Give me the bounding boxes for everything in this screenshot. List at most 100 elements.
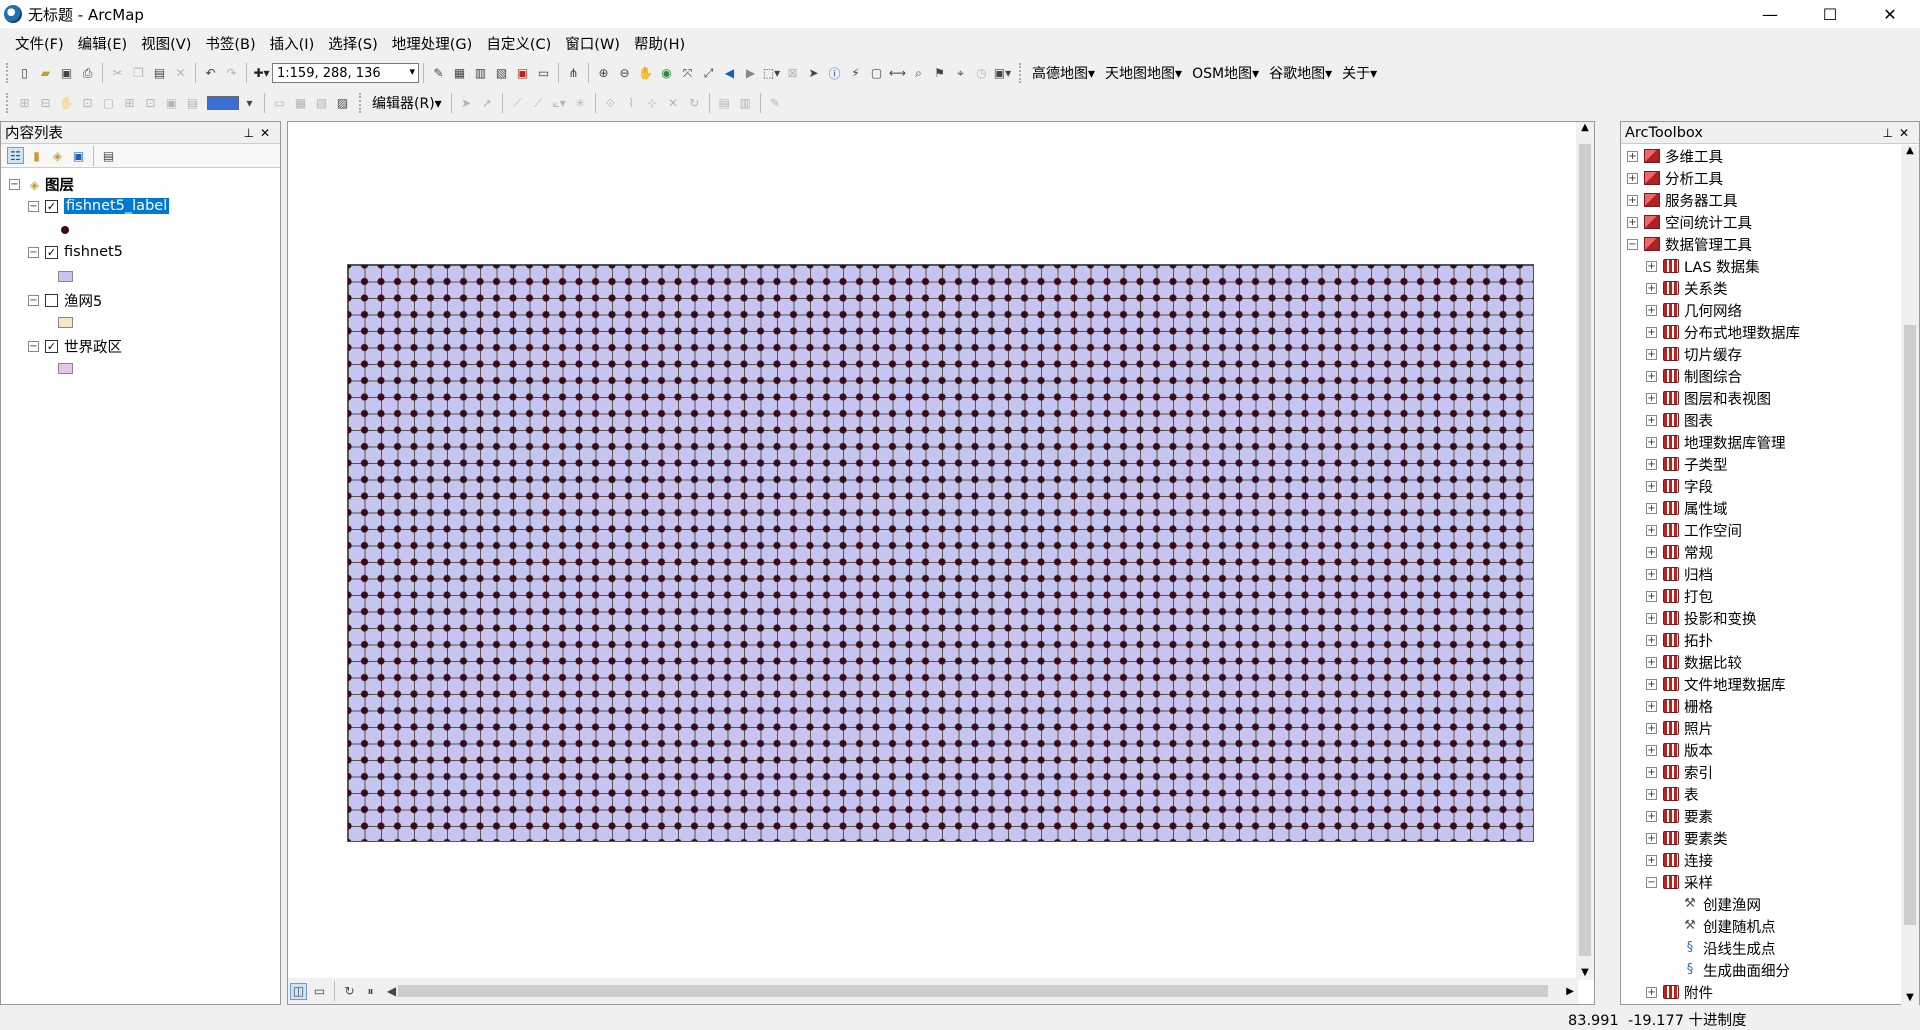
layout-view-icon[interactable]: ▭ (311, 983, 328, 1000)
toolset-item[interactable]: + 图层和表视图 (1646, 387, 1771, 409)
expand-icon[interactable]: + (1646, 414, 1657, 426)
full-extent-globe-icon[interactable]: ◉ (658, 65, 675, 82)
select-elements-arrow-icon[interactable]: ➤ (805, 65, 822, 82)
search-window-icon[interactable]: ▧ (493, 65, 510, 82)
rotate-icon[interactable]: ↻ (686, 95, 703, 112)
toolset-item[interactable]: + 地理数据库管理 (1646, 431, 1786, 453)
add-data-icon[interactable]: ✚▾ (253, 65, 270, 82)
toolbar-grip[interactable] (359, 93, 363, 113)
select-features-icon[interactable]: ⬚▾ (763, 65, 780, 82)
expand-icon[interactable]: + (1627, 216, 1638, 228)
toc-window-icon[interactable]: ▦ (451, 65, 468, 82)
toolset-item[interactable]: − 采样 (1646, 871, 1713, 893)
endpoint-arc-icon[interactable]: ⟋ (530, 95, 547, 112)
expand-icon[interactable]: + (1646, 700, 1657, 712)
layer-name[interactable]: fishnet5_label (64, 198, 170, 214)
toolbox-item[interactable]: + 空间统计工具 (1627, 211, 1752, 233)
menu-insert[interactable]: 插入(I) (263, 33, 322, 54)
expand-icon[interactable]: + (1646, 656, 1657, 668)
close-button[interactable]: ✕ (1860, 0, 1920, 28)
layer-name[interactable]: fishnet5 (64, 244, 123, 260)
save-icon[interactable]: ▣ (58, 65, 75, 82)
collapse-icon[interactable]: − (28, 341, 39, 352)
toc-root-layers[interactable]: − ◈ 图层 (9, 174, 74, 195)
measure-icon[interactable]: ⟷ (889, 65, 906, 82)
menu-help[interactable]: 帮助(H) (627, 33, 692, 54)
draw-tool-icon[interactable]: ▧ (313, 95, 330, 112)
list-by-selection-icon[interactable]: ▣ (70, 147, 87, 164)
expand-icon[interactable]: + (1646, 282, 1657, 294)
editor-toolbar-icon[interactable]: ✎ (430, 65, 447, 82)
straight-segment-icon[interactable]: ⟋ (509, 95, 526, 112)
basemap-menu-google[interactable]: 谷歌地图▾ (1264, 63, 1337, 83)
toolset-item[interactable]: + 关系类 (1646, 277, 1728, 299)
toolset-item[interactable]: + 常规 (1646, 541, 1713, 563)
toolset-item[interactable]: + 投影和变换 (1646, 607, 1757, 629)
maximize-button[interactable]: ☐ (1800, 0, 1860, 28)
layer-visibility-checkbox[interactable]: ✓ (45, 340, 58, 353)
print-icon[interactable]: ⎙ (79, 65, 96, 82)
expand-icon[interactable]: + (1646, 832, 1657, 844)
expand-icon[interactable]: + (1627, 150, 1638, 162)
expand-icon[interactable]: + (1646, 568, 1657, 580)
toolset-item[interactable]: + 打包 (1646, 585, 1713, 607)
toc-layer-fishnet5[interactable]: − ✓ fishnet5 (28, 244, 123, 260)
expand-icon[interactable]: + (1646, 436, 1657, 448)
zoom-out-icon[interactable]: ⊖ (616, 65, 633, 82)
scroll-thumb[interactable] (1579, 144, 1591, 956)
expand-icon[interactable]: + (1646, 348, 1657, 360)
viewer-window-icon[interactable]: ▣▾ (994, 65, 1011, 82)
delete-icon[interactable]: ✕ (172, 65, 189, 82)
toolbox-item[interactable]: − 数据管理工具 (1627, 233, 1752, 255)
expand-icon[interactable]: + (1627, 172, 1638, 184)
expand-icon[interactable]: + (1646, 810, 1657, 822)
basemap-menu-gaode[interactable]: 高德地图▾ (1027, 63, 1100, 83)
python-window-icon[interactable]: ▭ (535, 65, 552, 82)
toolset-item[interactable]: + 分布式地理数据库 (1646, 321, 1800, 343)
split-icon[interactable]: ✕ (665, 95, 682, 112)
expand-icon[interactable]: + (1646, 480, 1657, 492)
toolset-item[interactable]: + LAS 数据集 (1646, 255, 1760, 277)
fishnet-grid-layer[interactable] (347, 264, 1534, 842)
layout-tool-icon[interactable]: ▢ (100, 95, 117, 112)
copy-icon[interactable]: ❐ (130, 65, 147, 82)
create-features-icon[interactable]: ✎ (767, 95, 784, 112)
toolset-item[interactable]: + 制图综合 (1646, 365, 1742, 387)
menu-geoprocessing[interactable]: 地理处理(G) (385, 33, 480, 54)
clear-selection-icon[interactable]: ⊠ (784, 65, 801, 82)
zoom-in-icon[interactable]: ⊕ (595, 65, 612, 82)
find-binoculars-icon[interactable]: ⌕ (910, 65, 927, 82)
close-icon[interactable]: ✕ (260, 126, 276, 140)
toolset-item[interactable]: + 切片缓存 (1646, 343, 1742, 365)
collapse-icon[interactable]: − (9, 179, 20, 190)
expand-icon[interactable]: + (1627, 194, 1638, 206)
layout-tool-icon[interactable]: ⊟ (37, 95, 54, 112)
fixed-zoom-out-icon[interactable]: ⤢ (700, 65, 717, 82)
collapse-icon[interactable]: − (28, 200, 39, 212)
toolbar-grip[interactable] (6, 93, 10, 113)
expand-icon[interactable]: + (1646, 326, 1657, 338)
expand-icon[interactable]: + (1646, 678, 1657, 690)
map-scale-combo[interactable]: 1:159, 288, 136 ▾ (272, 63, 419, 83)
options-icon[interactable]: ▤ (100, 147, 117, 164)
toolset-item[interactable]: + 子类型 (1646, 453, 1728, 475)
point-symbol-swatch[interactable] (61, 226, 69, 234)
layout-zoom-icon[interactable]: ⊡ (79, 95, 96, 112)
expand-icon[interactable]: + (1646, 260, 1657, 272)
toolset-item[interactable]: + 附件 (1646, 981, 1713, 1003)
pan-hand-icon[interactable]: ✋ (637, 65, 654, 82)
catalog-window-icon[interactable]: ▥ (472, 65, 489, 82)
toolset-item[interactable]: + 工作空间 (1646, 519, 1742, 541)
expand-icon[interactable]: + (1646, 590, 1657, 602)
tool-item[interactable]: ⚒ 创建渔网 (1682, 893, 1761, 915)
chevron-down-icon[interactable]: ▾ (241, 95, 258, 112)
data-view-icon[interactable]: ◫ (290, 982, 307, 1000)
layer-name[interactable]: 渔网5 (64, 290, 102, 311)
draw-tool-icon[interactable]: ▭ (271, 95, 288, 112)
toolset-item[interactable]: + 表 (1646, 783, 1699, 805)
expand-icon[interactable]: + (1646, 370, 1657, 382)
collapse-icon[interactable]: − (1646, 876, 1657, 888)
pause-drawing-icon[interactable]: ⏸ (362, 983, 379, 1000)
expand-icon[interactable]: + (1646, 304, 1657, 316)
layout-pan-icon[interactable]: ✋ (58, 95, 75, 112)
